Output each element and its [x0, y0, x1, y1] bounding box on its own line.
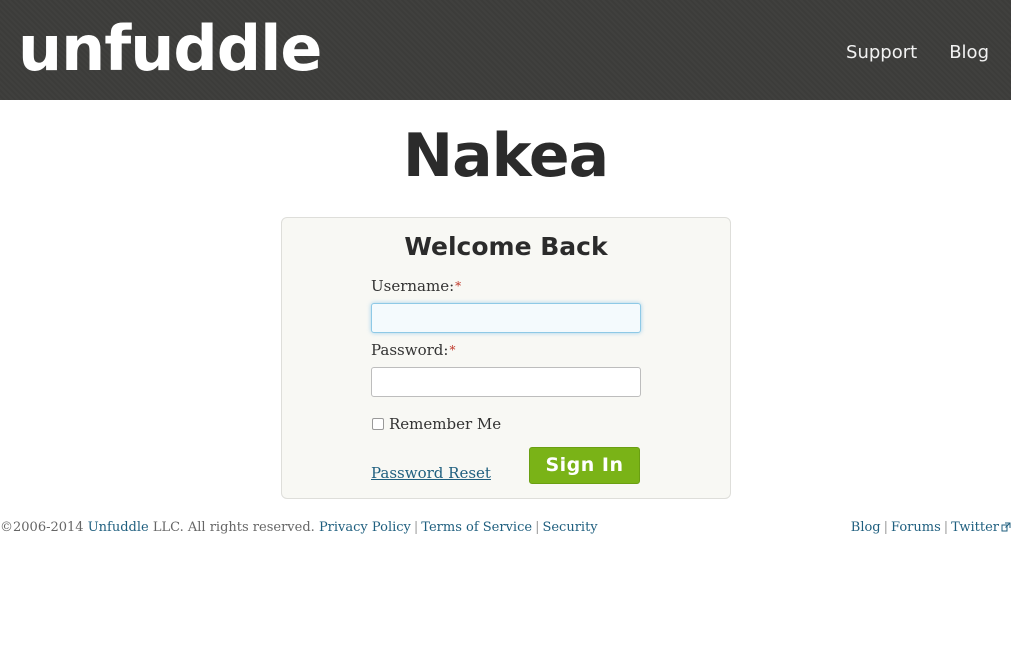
username-input[interactable]	[371, 303, 641, 333]
footer-company-link[interactable]: Unfuddle	[88, 520, 149, 535]
password-input[interactable]	[371, 367, 641, 397]
remember-me-label[interactable]: Remember Me	[389, 414, 501, 434]
password-reset-link[interactable]: Password Reset	[371, 463, 491, 483]
nav-blog-link[interactable]: Blog	[949, 40, 989, 66]
remember-me-checkbox[interactable]	[372, 418, 384, 430]
password-label: Password:*	[371, 340, 455, 360]
footer-forums-link[interactable]: Forums	[891, 520, 941, 535]
site-footer: ©2006-2014 Unfuddle LLC. All rights rese…	[0, 518, 1011, 540]
required-marker: *	[449, 343, 456, 357]
sign-in-button[interactable]: Sign In	[529, 447, 640, 484]
footer-privacy-link[interactable]: Privacy Policy	[319, 520, 411, 535]
footer-terms-link[interactable]: Terms of Service	[421, 520, 532, 535]
external-link-icon	[1001, 522, 1011, 532]
footer-blog-link[interactable]: Blog	[851, 520, 881, 535]
login-form: Welcome Back Username:* Password:* Remem…	[281, 217, 731, 499]
header-nav: Support Blog	[846, 40, 989, 66]
footer-twitter-link[interactable]: Twitter	[951, 520, 999, 535]
copyright-suffix: LLC. All rights reserved.	[152, 520, 315, 535]
footer-left: ©2006-2014 Unfuddle LLC. All rights rese…	[0, 518, 598, 538]
nav-support-link[interactable]: Support	[846, 40, 917, 66]
footer-separator: |	[883, 520, 889, 535]
footer-separator: |	[413, 520, 419, 535]
footer-separator: |	[535, 520, 540, 535]
username-label: Username:*	[371, 276, 461, 296]
required-marker: *	[455, 279, 462, 293]
copyright-prefix: ©2006-2014	[0, 520, 84, 535]
footer-separator: |	[943, 520, 949, 535]
login-heading: Welcome Back	[404, 232, 608, 261]
footer-right: Blog | Forums | Twitter	[851, 518, 1011, 538]
unfuddle-logo[interactable]: unfuddle	[18, 14, 322, 84]
footer-security-link[interactable]: Security	[542, 520, 597, 535]
username-label-text: Username:	[371, 277, 455, 295]
page-title: Nakea	[402, 121, 609, 191]
site-header: unfuddle Support Blog	[0, 0, 1011, 100]
password-label-text: Password:	[371, 341, 449, 359]
